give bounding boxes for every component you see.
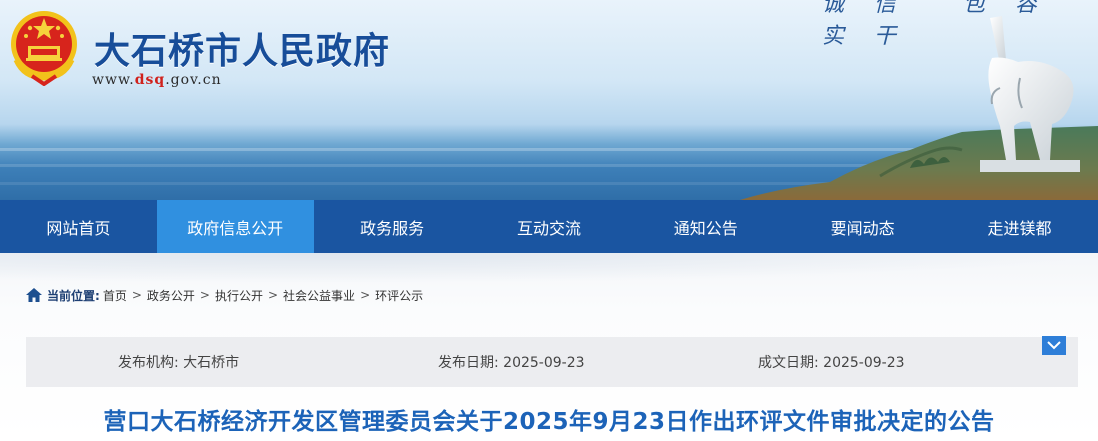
- scenery-illustration: [740, 16, 1098, 200]
- publish-date-label: 发布日期:: [438, 355, 499, 371]
- header-banner: 大石桥市人民政府 www.dsq.gov.cn 诚信 包容 实干: [0, 0, 1098, 200]
- breadcrumb-item-home[interactable]: 首页: [103, 287, 127, 304]
- url-suffix: .gov.cn: [165, 72, 222, 88]
- national-emblem-icon[interactable]: [6, 6, 82, 86]
- nav-item-home[interactable]: 网站首页: [0, 200, 157, 253]
- breadcrumb-separator: >: [267, 288, 279, 302]
- url-prefix: www.: [92, 72, 135, 88]
- nav-item-about[interactable]: 走进镁都: [941, 200, 1098, 253]
- created-date-value: 2025-09-23: [823, 355, 905, 371]
- expand-toggle-button[interactable]: [1042, 336, 1066, 355]
- publisher-value: 大石桥市: [183, 355, 240, 371]
- publish-date-value: 2025-09-23: [503, 355, 585, 371]
- home-icon: [26, 288, 42, 302]
- chevron-down-icon: [1047, 341, 1061, 350]
- article-title: 营口大石桥经济开发区管理委员会关于2025年9月23日作出环评文件审批决定的公告: [103, 409, 995, 435]
- content-shade: [0, 253, 1098, 283]
- publish-date-info: 发布日期: 2025-09-23: [438, 352, 585, 372]
- site-url[interactable]: www.dsq.gov.cn: [92, 72, 222, 88]
- breadcrumb-label: 当前位置:: [47, 288, 100, 303]
- created-date-info: 成文日期: 2025-09-23: [758, 352, 905, 372]
- url-highlight: dsq: [134, 72, 166, 88]
- created-date-label: 成文日期:: [758, 355, 819, 371]
- breadcrumb-separator: >: [131, 288, 142, 302]
- breadcrumb-item-gov-affairs[interactable]: 政务公开: [147, 287, 195, 304]
- publisher-info: 发布机构: 大石桥市: [118, 352, 239, 372]
- breadcrumb: 当前位置: 首页 > 政务公开 > 执行公开 > 社会公益事业 > 环评公示: [26, 286, 423, 304]
- nav-item-notices[interactable]: 通知公告: [627, 200, 784, 253]
- breadcrumb-item-execution[interactable]: 执行公开: [215, 287, 263, 304]
- nav-item-interaction[interactable]: 互动交流: [471, 200, 628, 253]
- site-title[interactable]: 大石桥市人民政府: [94, 22, 390, 74]
- main-nav: 网站首页 政府信息公开 政务服务 互动交流 通知公告 要闻动态 走进镁都: [0, 200, 1098, 253]
- breadcrumb-separator: >: [199, 288, 210, 302]
- nav-item-services[interactable]: 政务服务: [314, 200, 471, 253]
- nav-item-gov-info[interactable]: 政府信息公开: [156, 200, 314, 253]
- breadcrumb-item-public-welfare[interactable]: 社会公益事业: [283, 287, 355, 304]
- publisher-label: 发布机构:: [118, 355, 179, 371]
- nav-item-news[interactable]: 要闻动态: [784, 200, 941, 253]
- breadcrumb-item-eia[interactable]: 环评公示: [375, 287, 423, 304]
- breadcrumb-separator: >: [360, 288, 371, 302]
